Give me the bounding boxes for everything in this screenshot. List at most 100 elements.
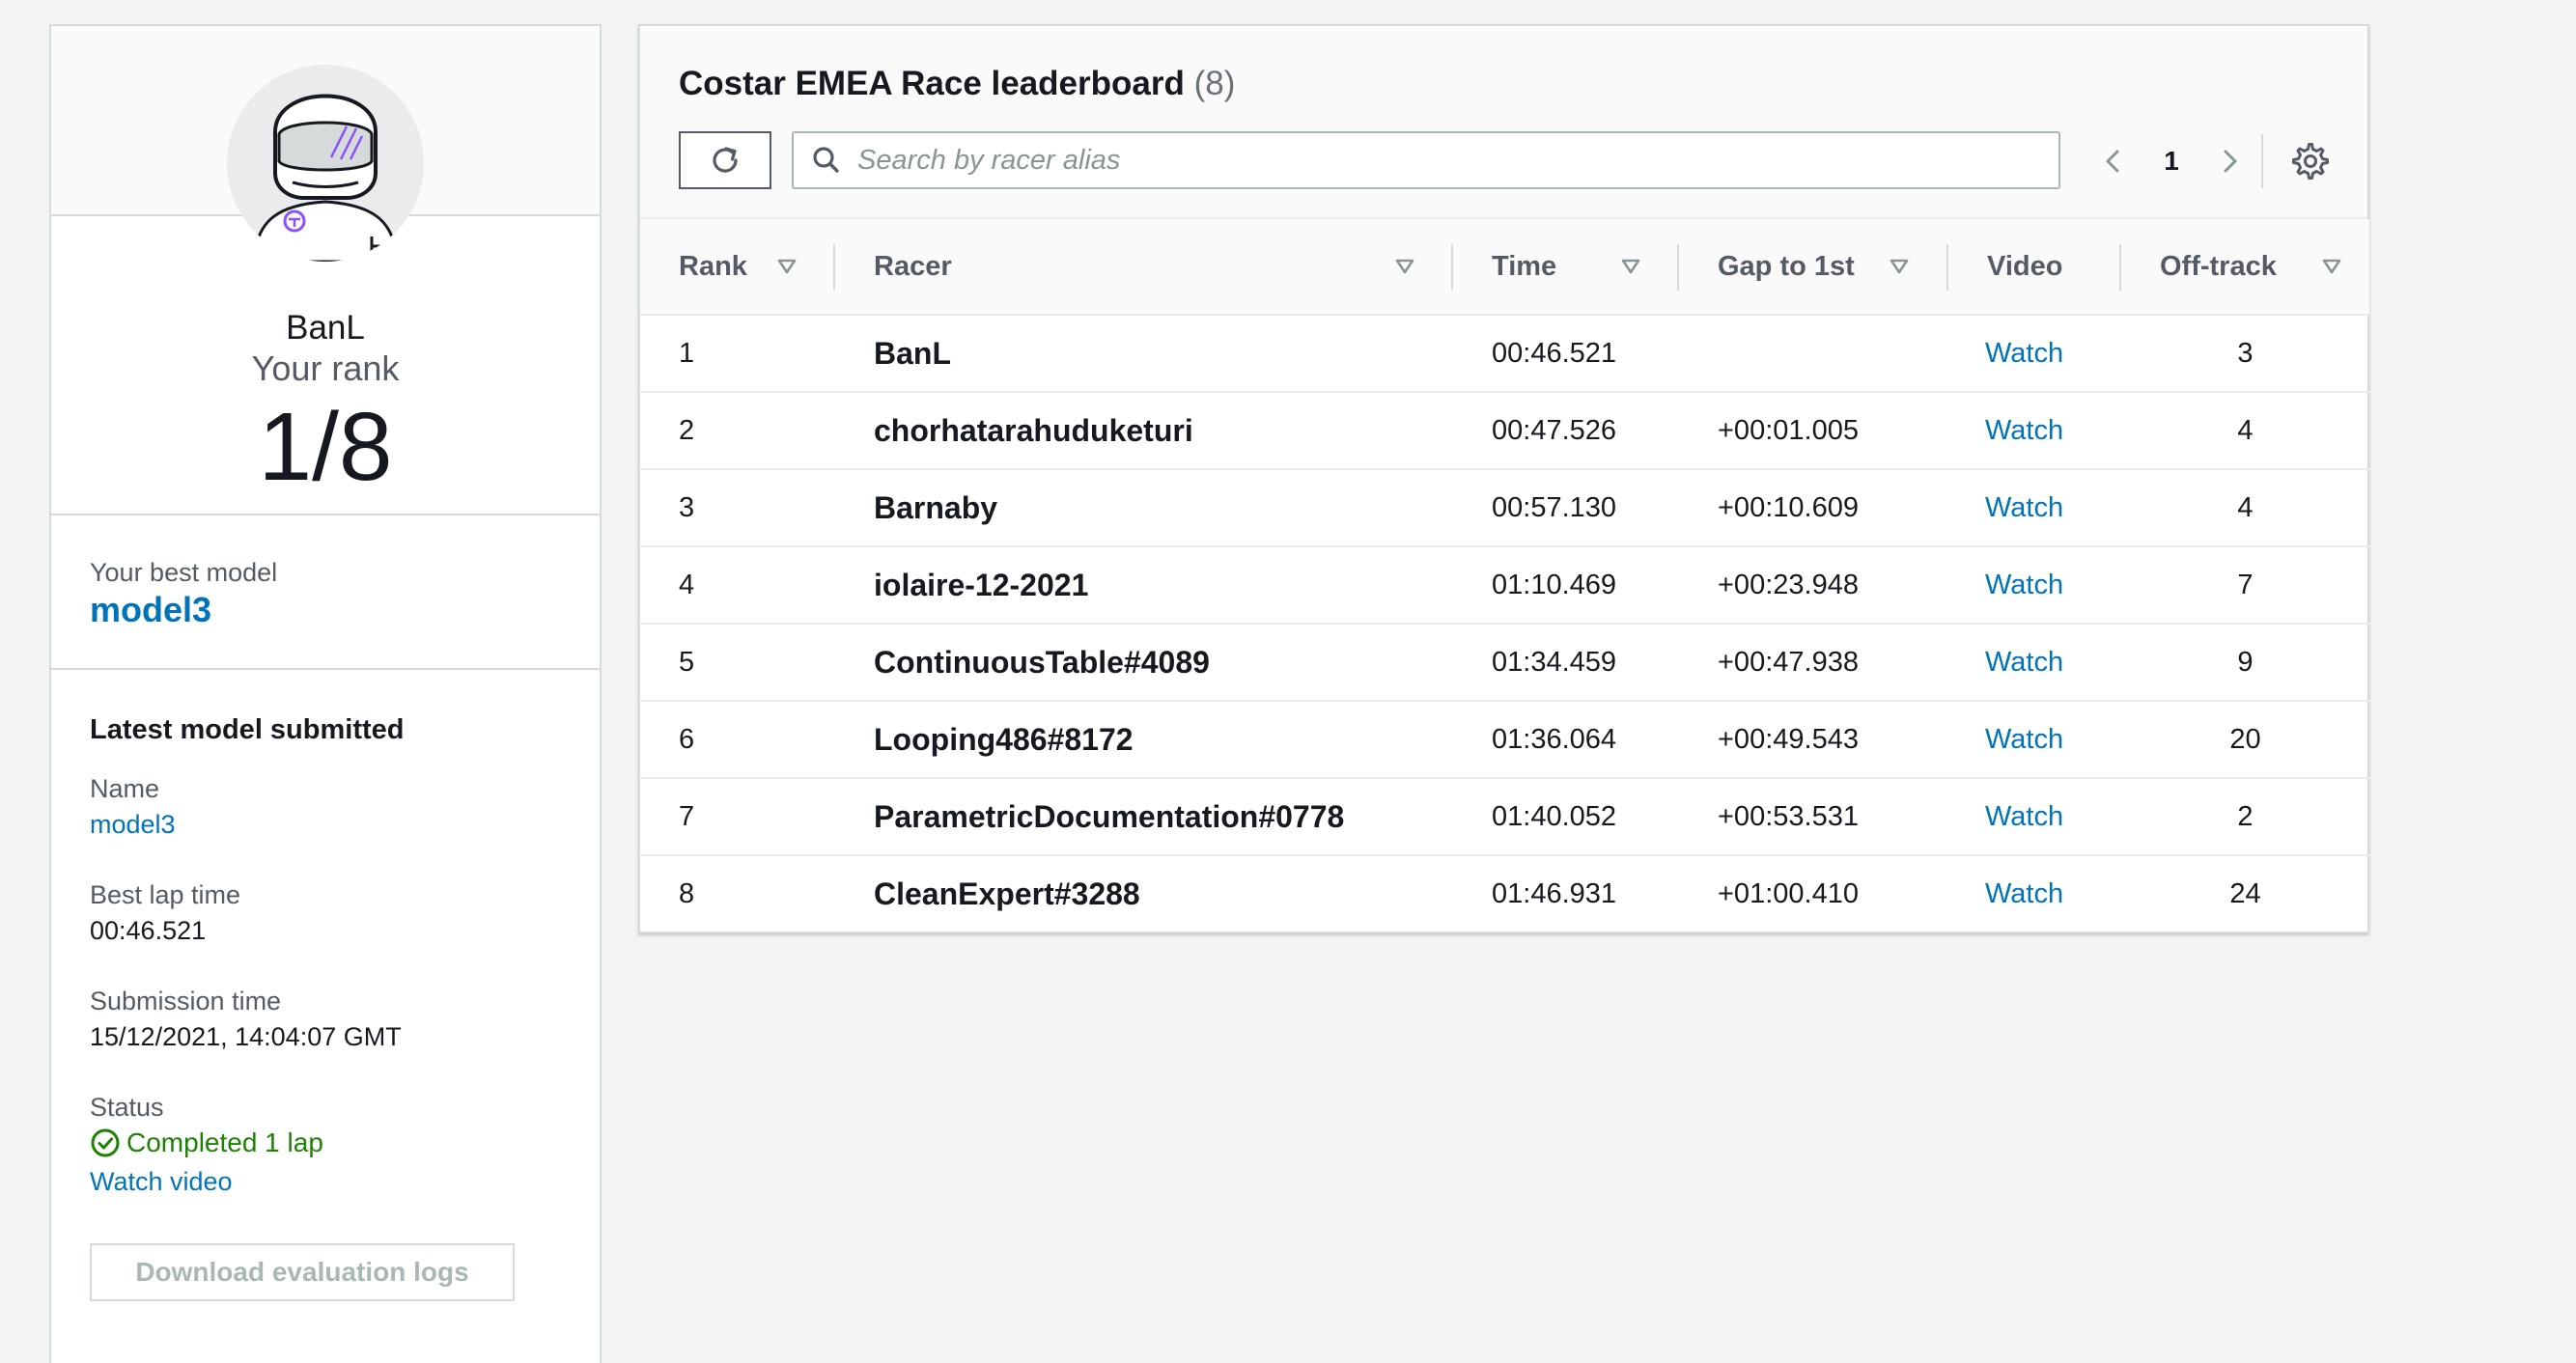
gap-cell: +00:49.543: [1718, 723, 1859, 755]
offtrack-cell: 24: [2229, 878, 2261, 909]
watch-link[interactable]: Watch: [1948, 315, 2121, 392]
table-header-row: Rank Racer Time Gap to 1st Video Off-tra…: [640, 219, 2369, 315]
watch-link[interactable]: Watch: [1948, 855, 2121, 932]
time-cell: 01:40.052: [1492, 800, 1617, 832]
rank-value: 1/8: [258, 393, 393, 501]
table-row: 7 ParametricDocumentation#0778 01:40.052…: [640, 778, 2369, 855]
gear-icon: [2292, 143, 2329, 180]
rank-cell: 5: [679, 646, 695, 678]
sort-caret-icon[interactable]: [1619, 255, 1642, 278]
column-header-gap[interactable]: Gap to 1st: [1679, 219, 1948, 315]
latest-model-title: Latest model submitted: [90, 714, 405, 745]
table-row: 8 CleanExpert#3288 01:46.931 +01:00.410 …: [640, 855, 2369, 932]
time-cell: 01:34.459: [1492, 646, 1617, 678]
status-value: Completed 1 lap: [90, 1124, 600, 1162]
best-model-link[interactable]: model3: [90, 589, 600, 631]
racer-search: [792, 131, 2060, 189]
offtrack-cell: 2: [2237, 800, 2254, 832]
previous-page-button[interactable]: [2090, 138, 2137, 184]
time-cell: 00:47.526: [1492, 414, 1617, 446]
watch-link[interactable]: Watch: [1948, 392, 2121, 469]
best-lap-label: Best lap time: [90, 880, 241, 909]
submission-time-label: Submission time: [90, 987, 282, 1015]
time-cell: 00:57.130: [1492, 491, 1617, 523]
column-racer-label: Racer: [874, 250, 952, 282]
watch-link[interactable]: Watch: [1948, 701, 2121, 778]
gap-cell: [1679, 315, 1948, 392]
rank-cell: 4: [679, 569, 695, 600]
column-header-time[interactable]: Time: [1453, 219, 1679, 315]
model-name-field: Name model3: [90, 772, 600, 844]
sort-caret-icon[interactable]: [1393, 255, 1416, 278]
check-circle-icon: [91, 1128, 120, 1157]
racer-cell: chorhatarahuduketuri: [874, 412, 1193, 448]
racer-cell: iolaire-12-2021: [874, 567, 1089, 602]
sort-caret-icon[interactable]: [2320, 255, 2343, 278]
sort-caret-icon[interactable]: [1888, 255, 1911, 278]
leaderboard-header: Costar EMEA Race leaderboard (8) 1: [640, 26, 2367, 219]
offtrack-cell: 4: [2237, 491, 2254, 523]
leaderboard-title: Costar EMEA Race leaderboard (8): [679, 63, 1235, 105]
table-settings-button[interactable]: [2289, 140, 2332, 182]
watch-video-link[interactable]: Watch video: [90, 1162, 600, 1201]
column-header-racer[interactable]: Racer: [835, 219, 1453, 315]
time-cell: 01:36.064: [1492, 723, 1617, 755]
refresh-button[interactable]: [679, 131, 771, 189]
best-lap-value: 00:46.521: [90, 916, 207, 945]
column-header-offtrack[interactable]: Off-track: [2121, 219, 2369, 315]
racer-cell: Barnaby: [874, 489, 998, 525]
best-lap-field: Best lap time 00:46.521: [90, 878, 600, 950]
offtrack-cell: 3: [2237, 337, 2254, 369]
column-gap-label: Gap to 1st: [1718, 250, 1855, 282]
racer-cell: CleanExpert#3288: [874, 876, 1140, 911]
time-cell: 01:10.469: [1492, 569, 1617, 600]
column-offtrack-label: Off-track: [2160, 250, 2277, 282]
table-row: 1 BanL 00:46.521 Watch 3: [640, 315, 2369, 392]
table-row: 5 ContinuousTable#4089 01:34.459 +00:47.…: [640, 624, 2369, 701]
status-field: Status Completed 1 lap Watch video: [90, 1091, 600, 1201]
table-row: 4 iolaire-12-2021 01:10.469 +00:23.948 W…: [640, 546, 2369, 624]
pagination: 1: [2090, 134, 2253, 188]
rank-cell: 7: [679, 800, 695, 832]
best-model-section: Your best model model3: [51, 515, 600, 670]
gap-cell: +00:47.938: [1718, 646, 1859, 678]
current-page[interactable]: 1: [2137, 146, 2206, 177]
submission-time-value: 15/12/2021, 14:04:07 GMT: [90, 1022, 402, 1051]
pager-divider: [2261, 134, 2263, 188]
racer-profile-panel: BanL Your rank 1/8 Your best model model…: [49, 24, 602, 1363]
latest-model-section: Latest model submitted Name model3 Best …: [51, 670, 600, 1301]
offtrack-cell: 7: [2237, 569, 2254, 600]
your-rank-label: Your rank: [251, 348, 400, 388]
rank-cell: 3: [679, 491, 695, 523]
gap-cell: +00:01.005: [1718, 414, 1859, 446]
column-header-rank[interactable]: Rank: [640, 219, 835, 315]
watch-link[interactable]: Watch: [1948, 546, 2121, 624]
download-evaluation-logs-button[interactable]: Download evaluation logs: [90, 1243, 515, 1301]
leaderboard-panel: Costar EMEA Race leaderboard (8) 1: [638, 24, 2369, 933]
gap-cell: +00:23.948: [1718, 569, 1859, 600]
status-text: Completed 1 lap: [126, 1127, 323, 1157]
watch-link[interactable]: Watch: [1948, 624, 2121, 701]
racer-cell: Looping486#8172: [874, 721, 1134, 757]
leaderboard-table: Rank Racer Time Gap to 1st Video Off-tra…: [640, 219, 2369, 932]
table-row: 3 Barnaby 00:57.130 +00:10.609 Watch 4: [640, 469, 2369, 546]
sort-caret-icon[interactable]: [775, 255, 798, 278]
column-video-label: Video: [1987, 250, 2063, 282]
watch-link[interactable]: Watch: [1948, 778, 2121, 855]
column-rank-label: Rank: [679, 250, 747, 282]
rank-cell: 1: [679, 337, 695, 369]
leaderboard-count: (8): [1193, 65, 1236, 102]
racer-avatar-icon: [227, 65, 424, 262]
chevron-right-icon: [2224, 150, 2237, 173]
rank-cell: 2: [679, 414, 695, 446]
model-name-link[interactable]: model3: [90, 805, 600, 844]
chevron-left-icon: [2106, 150, 2119, 173]
time-cell: 01:46.931: [1492, 878, 1617, 909]
watch-link[interactable]: Watch: [1948, 469, 2121, 546]
offtrack-cell: 20: [2229, 723, 2261, 755]
next-page-button[interactable]: [2206, 138, 2253, 184]
search-input[interactable]: [857, 144, 2016, 177]
model-name-label: Name: [90, 774, 160, 803]
racer-name: BanL: [286, 309, 365, 347]
status-label: Status: [90, 1093, 164, 1122]
